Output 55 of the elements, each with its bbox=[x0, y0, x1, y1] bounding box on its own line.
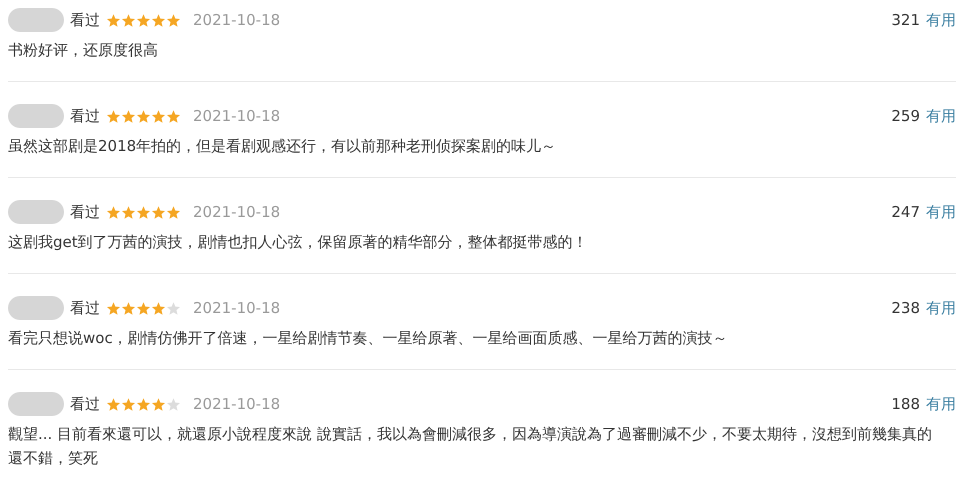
review-date: 2021-10-18 bbox=[193, 299, 280, 317]
star-icon bbox=[166, 12, 181, 28]
star-icon bbox=[151, 396, 166, 412]
avatar-placeholder bbox=[8, 104, 64, 128]
star-icon bbox=[106, 12, 121, 28]
vote-count: 188 bbox=[891, 395, 920, 413]
star-icon bbox=[136, 396, 151, 412]
review-date: 2021-10-18 bbox=[193, 395, 280, 413]
star-icon bbox=[106, 396, 121, 412]
star-icon bbox=[121, 396, 136, 412]
watched-label: 看过 bbox=[70, 202, 100, 222]
useful-link[interactable]: 有用 bbox=[926, 106, 956, 126]
star-icon bbox=[121, 300, 136, 316]
star-icon bbox=[136, 108, 151, 124]
useful-link[interactable]: 有用 bbox=[926, 202, 956, 222]
star-icon bbox=[136, 300, 151, 316]
watched-label: 看过 bbox=[70, 394, 100, 414]
review-text: 书粉好评，还原度很高 bbox=[8, 40, 159, 61]
review-date: 2021-10-18 bbox=[193, 107, 280, 125]
avatar-placeholder bbox=[8, 392, 64, 416]
star-icon bbox=[106, 300, 121, 316]
star-icon bbox=[166, 300, 181, 316]
vote-count: 238 bbox=[891, 299, 920, 317]
avatar-placeholder bbox=[8, 8, 64, 32]
useful-link[interactable]: 有用 bbox=[926, 298, 956, 318]
star-icon bbox=[106, 108, 121, 124]
star-icon bbox=[151, 108, 166, 124]
star-icon bbox=[121, 108, 136, 124]
star-icon bbox=[166, 108, 181, 124]
review-text: 虽然这部剧是2018年拍的，但是看剧观感还行，有以前那种老刑侦探案剧的味儿～ bbox=[8, 136, 558, 157]
useful-link[interactable]: 有用 bbox=[926, 394, 956, 414]
star-icon bbox=[121, 204, 136, 220]
star-icon bbox=[136, 204, 151, 220]
vote-count: 321 bbox=[891, 11, 920, 29]
star-icon bbox=[106, 204, 121, 220]
useful-link[interactable]: 有用 bbox=[926, 10, 956, 30]
star-icon bbox=[151, 12, 166, 28]
review-date: 2021-10-18 bbox=[193, 11, 280, 29]
star-icon bbox=[151, 300, 166, 316]
avatar-placeholder bbox=[8, 200, 64, 224]
watched-label: 看过 bbox=[70, 106, 100, 126]
watched-label: 看过 bbox=[70, 10, 100, 30]
star-icon bbox=[166, 204, 181, 220]
star-icon bbox=[166, 396, 181, 412]
review-date: 2021-10-18 bbox=[193, 203, 280, 221]
vote-count: 247 bbox=[891, 203, 920, 221]
watched-label: 看过 bbox=[70, 298, 100, 318]
star-icon bbox=[121, 12, 136, 28]
review-text: 觀望... 目前看來還可以，就還原小說程度來說 說實話，我以為會刪減很多，因為導演說為了過審刪減不少，不要太期待，沒想到前幾集真的還不錯，笑死 bbox=[8, 424, 933, 469]
star-icon bbox=[136, 12, 151, 28]
review-text: 这剧我get到了万茜的演技，剧情也扣人心弦，保留原著的精华部分，整体都挺带感的！ bbox=[8, 232, 589, 253]
review-text: 看完只想说woc，剧情仿佛开了倍速，一星给剧情节奏、一星给原著、一星给画面质感、一星给万茜的演技～ bbox=[8, 328, 729, 349]
vote-count: 259 bbox=[891, 107, 920, 125]
star-icon bbox=[151, 204, 166, 220]
avatar-placeholder bbox=[8, 296, 64, 320]
